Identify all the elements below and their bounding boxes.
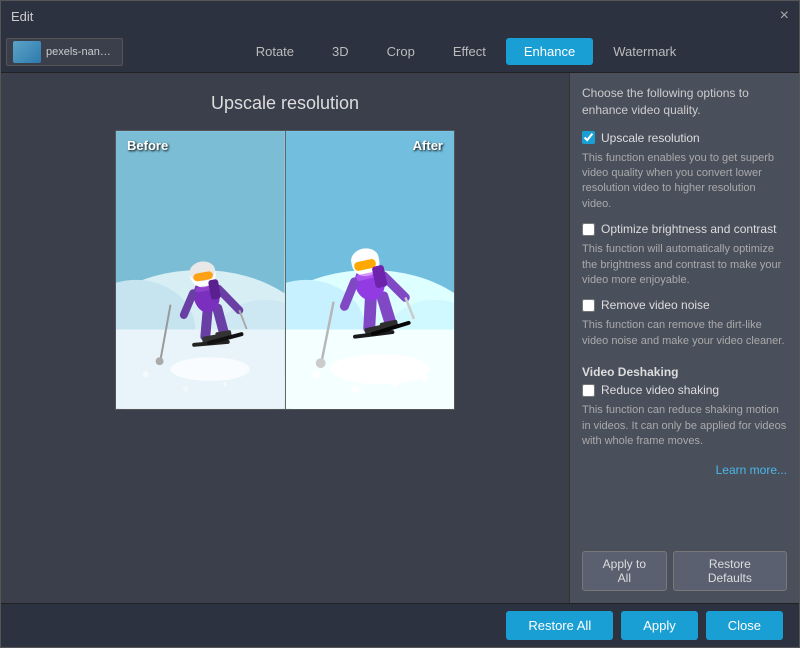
close-icon[interactable]: × [780, 8, 789, 24]
left-panel: Upscale resolution Before [1, 73, 569, 603]
panel-title: Upscale resolution [211, 93, 359, 114]
bottom-bar: Restore All Apply Close [1, 603, 799, 647]
tab-watermark[interactable]: Watermark [595, 38, 694, 65]
brightness-desc: This function will automatically optimiz… [582, 242, 787, 288]
panel-buttons: Apply to All Restore Defaults [582, 541, 787, 591]
deshake-desc: This function can reduce shaking motion … [582, 403, 787, 449]
after-image [286, 131, 455, 409]
noise-option-row: Remove video noise [582, 298, 787, 312]
tab-3d[interactable]: 3D [314, 38, 367, 65]
before-label: Before [121, 136, 174, 155]
restore-defaults-button[interactable]: Restore Defaults [673, 551, 787, 591]
apply-button[interactable]: Apply [621, 611, 698, 640]
before-panel: Before [116, 131, 286, 409]
after-panel: After [286, 131, 455, 409]
tab-bar: pexels-nang-... Rotate 3D Crop Effect En… [1, 31, 799, 73]
window-title: Edit [11, 9, 33, 24]
tab-enhance[interactable]: Enhance [506, 38, 593, 65]
thumbnail-preview [13, 41, 41, 63]
before-after-preview: Before [115, 130, 455, 410]
restore-all-button[interactable]: Restore All [506, 611, 613, 640]
title-bar: Edit × [1, 1, 799, 31]
deshaking-section-title: Video Deshaking [582, 365, 787, 379]
upscale-label[interactable]: Upscale resolution [601, 131, 700, 145]
upscale-option-row: Upscale resolution [582, 131, 787, 145]
noise-label[interactable]: Remove video noise [601, 298, 710, 312]
close-button[interactable]: Close [706, 611, 783, 640]
file-thumbnail[interactable]: pexels-nang-... [6, 38, 123, 66]
tab-navigation: Rotate 3D Crop Effect Enhance Watermark [138, 38, 794, 65]
enhance-intro: Choose the following options to enhance … [582, 85, 787, 119]
upscale-checkbox[interactable] [582, 131, 595, 144]
tab-effect[interactable]: Effect [435, 38, 504, 65]
main-content: Upscale resolution Before [1, 73, 799, 603]
window: Edit × pexels-nang-... Rotate 3D Crop Ef… [0, 0, 800, 648]
deshake-option-row: Reduce video shaking [582, 383, 787, 397]
file-name: pexels-nang-... [46, 46, 116, 58]
upscale-desc: This function enables you to get superb … [582, 151, 787, 213]
brightness-checkbox[interactable] [582, 223, 595, 236]
brightness-option-row: Optimize brightness and contrast [582, 222, 787, 236]
learn-more-link[interactable]: Learn more... [582, 463, 787, 477]
tab-crop[interactable]: Crop [369, 38, 433, 65]
brightness-label[interactable]: Optimize brightness and contrast [601, 222, 776, 236]
noise-desc: This function can remove the dirt-like v… [582, 318, 787, 349]
apply-to-all-button[interactable]: Apply to All [582, 551, 667, 591]
after-label: After [407, 136, 449, 155]
tab-rotate[interactable]: Rotate [238, 38, 312, 65]
deshake-label[interactable]: Reduce video shaking [601, 383, 719, 397]
before-image [116, 131, 285, 409]
right-panel: Choose the following options to enhance … [569, 73, 799, 603]
deshake-checkbox[interactable] [582, 384, 595, 397]
noise-checkbox[interactable] [582, 299, 595, 312]
